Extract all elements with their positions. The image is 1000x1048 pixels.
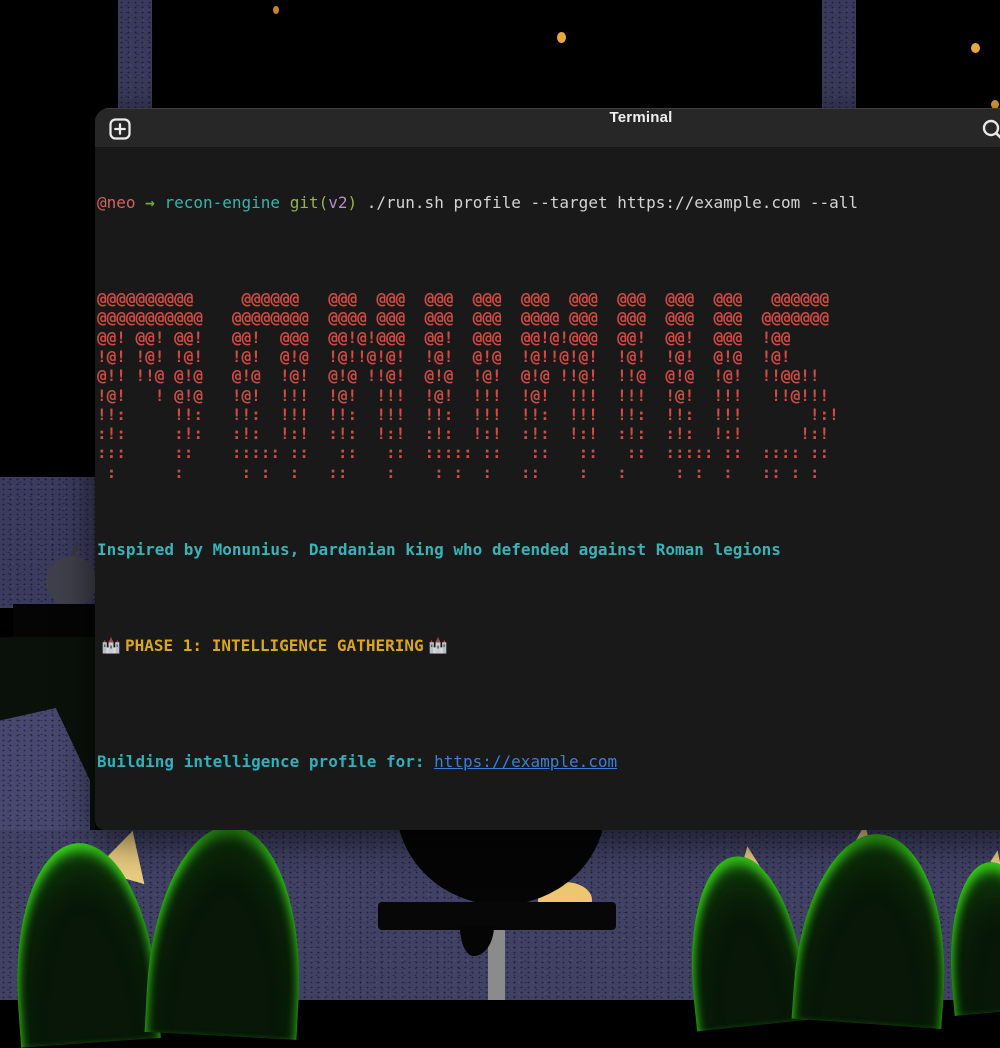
terminal-titlebar[interactable]: Terminal [95,108,1000,148]
star-icon [273,6,279,14]
phase-label: PHASE 1: INTELLIGENCE GATHERING [125,636,424,655]
text-segment: git( [290,193,329,212]
cactus-silhouette [679,851,808,1032]
wallpaper-ground [0,830,1000,1000]
text-segment [136,193,146,212]
text-segment: ) [347,193,357,212]
text-segment [155,193,165,212]
shelf-silhouette [13,604,95,637]
cactus-silhouette [942,858,1000,1016]
terminal-window: Terminal @neo → recon-engine git(v2) ./r… [95,108,1000,830]
wallpaper-pillar-left [118,0,152,112]
search-button[interactable] [981,118,1000,140]
new-tab-plus-icon [109,118,131,140]
ascii-art-banner: @@@@@@@@@@ @@@@@@ @@@ @@@ @@@ @@@ @@@ @@… [97,289,1000,482]
text-segment: v2 [328,193,347,212]
text-segment: @neo [97,193,136,212]
star-icon [971,43,980,53]
cactus-silhouette [145,822,308,1040]
new-tab-button[interactable] [109,118,131,140]
wallpaper-pillar-right [822,0,856,112]
text-segment: recon-engine [164,193,280,212]
castle-emoji-icon [428,637,448,654]
phase-heading: PHASE 1: INTELLIGENCE GATHERING [97,636,1000,655]
terminal-output[interactable]: @neo → recon-engine git(v2) ./run.sh pro… [95,148,1000,829]
text-segment [280,193,290,212]
window-title: Terminal [609,109,672,149]
castle-emoji-icon [101,637,121,654]
star-icon [557,32,566,43]
text-segment: → [145,193,155,212]
text-segment: ./run.sh profile --target https://exampl… [357,193,858,212]
target-url-link[interactable]: https://example.com [434,752,617,771]
shell-prompt: @neo → recon-engine git(v2) ./run.sh pro… [97,193,1000,212]
cactus-silhouette [792,829,955,1029]
banner-quote: Inspired by Monunius, Dardanian king who… [97,540,1000,559]
sign-silhouette [378,902,616,930]
search-icon [981,118,1000,142]
apple-silhouette [46,556,96,606]
profile-heading: Building intelligence profile for: https:… [97,752,1000,771]
profile-label: Building intelligence profile for: [97,752,425,771]
